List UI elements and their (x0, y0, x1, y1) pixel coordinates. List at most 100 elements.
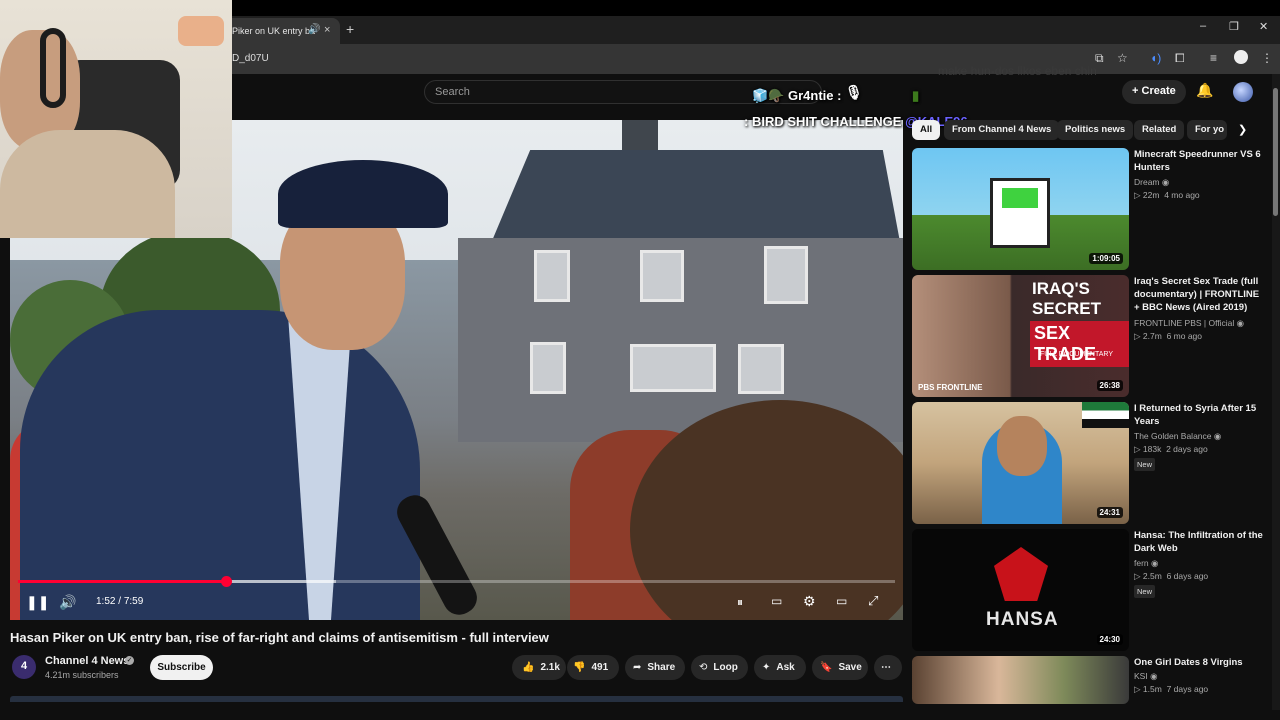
recommendation-meta: ▷ 1.5m 7 days ago (1134, 684, 1208, 695)
share-button[interactable]: ➦ Share (625, 655, 685, 680)
video-thumbnail[interactable] (912, 656, 1129, 704)
theater-mode-icon[interactable]: ▭ (836, 594, 847, 608)
notifications-bell-icon[interactable]: 🔔 (1196, 82, 1213, 99)
captions-icon[interactable]: ▭ (771, 594, 782, 608)
recommendation-title[interactable]: I Returned to Syria After 15 Years (1134, 402, 1264, 428)
video-thumbnail[interactable]: IRAQ'S SECRET SEX TRADE FULL DOCUMENTARY… (912, 275, 1129, 397)
view-count: 183k (1142, 444, 1162, 454)
recommendation-meta: ▷ 183k 2 days ago (1134, 444, 1208, 455)
thumbnail-pbs-logo: PBS FRONTLINE (918, 383, 983, 392)
more-actions-button[interactable]: ⋯ (874, 655, 902, 680)
subscribe-button[interactable]: Subscribe (150, 655, 213, 680)
share-icon: ➦ (633, 662, 642, 673)
description-box-edge[interactable] (10, 696, 903, 702)
sticky-note (178, 16, 224, 46)
browser-menu-icon[interactable]: ⋮ (1261, 51, 1273, 65)
dislike-count: 491 (591, 662, 609, 673)
media-controls-icon[interactable]: ≡ (1210, 51, 1217, 65)
settings-gear-icon[interactable]: ⚙ (803, 593, 816, 610)
close-tab-icon[interactable]: × (324, 24, 330, 36)
recommendation-title[interactable]: One Girl Dates 8 Virgins (1134, 656, 1264, 669)
volume-icon[interactable]: 🔊 (59, 594, 76, 611)
create-button[interactable]: + Create (1122, 80, 1186, 104)
dislike-button[interactable]: 👎 491 (567, 655, 619, 680)
account-avatar[interactable] (1233, 82, 1253, 102)
chip-related[interactable]: Related (1134, 120, 1185, 140)
thumbnail-text-1: IRAQ'S SECRET (1032, 279, 1101, 318)
recommendation-title[interactable]: Minecraft Speedrunner VS 6 Hunters (1134, 148, 1264, 174)
loop-button[interactable]: ⟲ Loop (691, 655, 748, 680)
ask-button[interactable]: ✦ Ask (754, 655, 806, 680)
scrollbar-thumb[interactable] (1273, 88, 1278, 216)
chevron-right-icon[interactable]: ❯ (1238, 123, 1247, 136)
restore-icon[interactable]: ❐ (1229, 20, 1239, 33)
house-window (630, 344, 716, 392)
browser-tab-active[interactable]: Piker on UK entry ba 🔊 × (224, 18, 340, 44)
recommendation-channel[interactable]: The Golden Balance ◉ (1134, 431, 1221, 442)
url-text[interactable]: D_d07U (232, 53, 269, 64)
recommendation-item[interactable]: IRAQ'S SECRET SEX TRADE FULL DOCUMENTARY… (912, 275, 1267, 397)
play-count-icon: ▷ (1134, 571, 1141, 581)
bookmark-star-icon[interactable]: ☆ (1117, 51, 1128, 65)
channel-avatar[interactable]: 4 (12, 655, 36, 679)
duration-badge: 24:30 (1096, 634, 1123, 645)
view-count: 22m (1142, 190, 1160, 200)
channel-label: The Golden Balance (1134, 431, 1212, 441)
search-placeholder: Search (435, 86, 470, 98)
duration-badge: 26:38 (1096, 380, 1123, 391)
chip-all[interactable]: All (912, 120, 941, 140)
recommendation-title[interactable]: Hansa: The Infiltration of the Dark Web (1134, 529, 1264, 555)
progress-bar-played (18, 580, 226, 583)
new-tab-button[interactable]: + (346, 21, 354, 37)
fullscreen-icon[interactable]: ⤢ (868, 593, 878, 609)
recommendation-item[interactable]: One Girl Dates 8 Virgins KSI ◉ ▷ 1.5m 7 … (912, 656, 1267, 704)
recommendation-item[interactable]: 1:09:05 Minecraft Speedrunner VS 6 Hunte… (912, 148, 1267, 270)
thumbnail-text-3: FULL DOCUMENTARY (1040, 351, 1113, 358)
close-window-icon[interactable]: ✕ (1259, 20, 1268, 33)
recommendation-channel[interactable]: Dream ◉ (1134, 177, 1169, 188)
play-count-icon: ▷ (1134, 444, 1141, 454)
video-thumbnail[interactable]: 1:09:05 (912, 148, 1129, 270)
verified-check-icon: ◉ (1213, 431, 1222, 441)
recommendation-item[interactable]: 24:31 I Returned to Syria After 15 Years… (912, 402, 1267, 524)
streamer-webcam (0, 0, 232, 238)
house-window (738, 344, 784, 394)
time-total: 7:59 (123, 596, 144, 607)
video-title: Hasan Piker on UK entry ban, rise of far… (10, 630, 549, 645)
verified-check-icon: ✓ (125, 656, 134, 665)
recommendation-item[interactable]: HANSA 24:30 Hansa: The Infiltration of t… (912, 529, 1267, 651)
minimize-icon[interactable]: – (1200, 20, 1206, 32)
headset-icon (40, 28, 66, 108)
verified-check-icon: ◉ (1236, 318, 1245, 328)
speaker-icon[interactable]: 🔊 (308, 24, 320, 35)
recommendation-channel[interactable]: fern ◉ (1134, 558, 1158, 569)
autoplay-toggle-icon[interactable]: ⏸ (737, 595, 743, 610)
pause-icon[interactable]: ❚❚ (26, 594, 49, 611)
ask-label: Ask (776, 662, 795, 673)
extension-audio-icon[interactable]: ◖) (1150, 51, 1161, 65)
video-thumbnail[interactable]: 24:31 (912, 402, 1129, 524)
video-thumbnail[interactable]: HANSA 24:30 (912, 529, 1129, 651)
time-display: 1:52 / 7:59 (96, 596, 143, 607)
channel-label: KSI (1134, 671, 1148, 681)
extensions-puzzle-icon[interactable]: ⧠ (1175, 51, 1185, 66)
chip-politics-news[interactable]: Politics news (1057, 120, 1134, 140)
bookmark-icon: 🔖 (820, 662, 833, 673)
thumbnail-red-emblem (994, 547, 1048, 601)
recommendation-title[interactable]: Iraq's Secret Sex Trade (full documentar… (1134, 275, 1264, 314)
thumbnail-text-1: HANSA (986, 609, 1059, 630)
upload-age: 7 days ago (1166, 684, 1209, 694)
thumbs-down-icon: 👎 (573, 662, 586, 673)
channel-label: fern (1134, 558, 1149, 568)
duration-badge: 1:09:05 (1089, 253, 1123, 264)
channel-name[interactable]: Channel 4 News (45, 655, 129, 667)
progress-scrubber[interactable] (221, 576, 232, 587)
view-count: 1.5m (1142, 684, 1162, 694)
recommendation-channel[interactable]: FRONTLINE PBS | Official ◉ (1134, 318, 1244, 329)
save-button[interactable]: 🔖 Save (812, 655, 868, 680)
chip-from-channel[interactable]: From Channel 4 News (944, 120, 1060, 140)
browser-profile-avatar[interactable] (1234, 50, 1248, 64)
like-button[interactable]: 👍 2.1k (512, 655, 566, 680)
recommendation-channel[interactable]: KSI ◉ (1134, 671, 1158, 682)
chip-for-you[interactable]: For yo (1187, 120, 1227, 140)
